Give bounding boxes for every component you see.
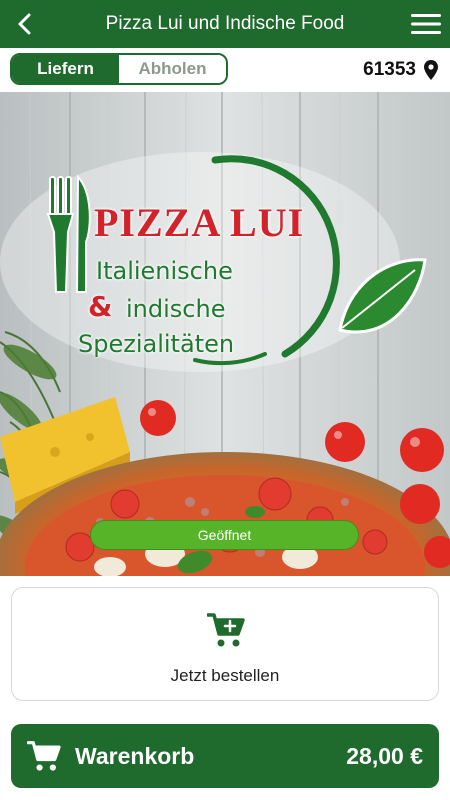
location-pin-icon [424, 60, 438, 80]
page-title: Pizza Lui und Indische Food [105, 13, 345, 34]
location-selector[interactable]: 61353 [363, 56, 438, 84]
opening-status-badge: Geöffnet [90, 520, 359, 550]
pickup-tab[interactable]: Abholen [119, 55, 226, 83]
delivery-pickup-toggle: Liefern Abholen [10, 53, 228, 85]
logo-title: PIZZA LUI [94, 200, 305, 245]
order-now-card[interactable]: Jetzt bestellen [11, 587, 439, 701]
order-mode-bar: Liefern Abholen 61353 [0, 48, 450, 92]
restaurant-hero-image: PIZZA LUI Italienische & indische Spezia… [0, 92, 450, 576]
logo-ampersand: & [88, 290, 113, 323]
logo-line-indian: indische [126, 295, 226, 323]
hamburger-menu-icon [411, 14, 441, 34]
deliver-tab[interactable]: Liefern [12, 55, 119, 83]
cart-button[interactable]: Warenkorb 28,00 € [11, 724, 439, 788]
cart-icon [207, 613, 245, 647]
cart-icon [27, 741, 61, 771]
zip-code: 61353 [363, 59, 416, 80]
logo-line-specialties: Spezialitäten [78, 330, 235, 358]
cart-total: 28,00 € [346, 743, 423, 769]
order-now-label: Jetzt bestellen [170, 666, 280, 685]
cart-label: Warenkorb [75, 743, 195, 769]
chevron-left-icon [18, 13, 31, 35]
menu-button[interactable] [410, 9, 442, 39]
app-header: Pizza Lui und Indische Food [0, 0, 450, 48]
back-button[interactable] [10, 9, 40, 39]
logo-line-italian: Italienische [96, 257, 233, 285]
